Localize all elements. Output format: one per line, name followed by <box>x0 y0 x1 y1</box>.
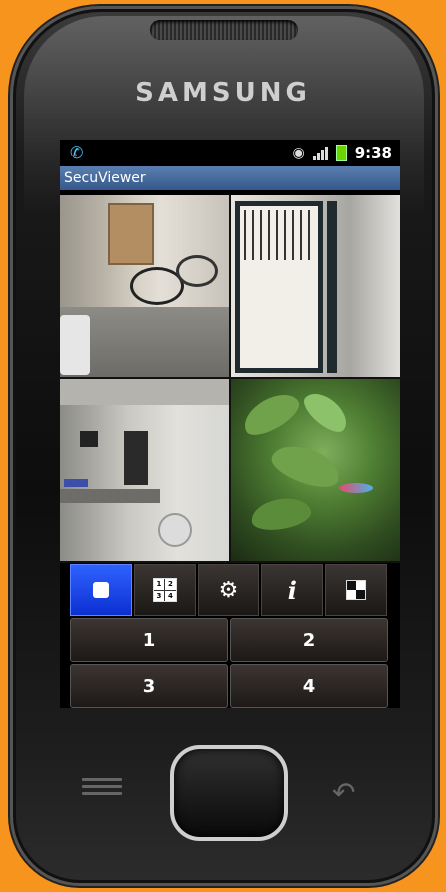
quad-view-button[interactable]: 12 34 <box>133 564 196 616</box>
fish <box>339 483 373 493</box>
app-title: SecuViewer <box>64 170 146 186</box>
phone-call-icon[interactable]: ✆ <box>70 143 83 162</box>
home-button[interactable] <box>170 745 288 841</box>
camera-view-2[interactable] <box>231 195 400 377</box>
menu-icon[interactable] <box>82 778 122 800</box>
info-icon: i <box>287 575 297 605</box>
app-title-bar: SecuViewer <box>60 166 400 190</box>
quad-grid-icon: 12 34 <box>152 578 177 602</box>
battery-icon <box>335 145 347 161</box>
single-view-icon <box>92 582 109 598</box>
channel-button-4[interactable]: 4 <box>230 664 388 708</box>
wifi-icon: ◉ <box>292 145 305 161</box>
channel-buttons: 1 2 3 4 <box>70 618 388 708</box>
channel-button-1[interactable]: 1 <box>70 618 228 662</box>
earpiece-speaker <box>150 20 298 40</box>
camera-view-3[interactable] <box>60 379 229 561</box>
layout-icon <box>346 580 367 600</box>
clock: 9:38 <box>354 144 392 162</box>
screen: ✆ ◉ 9:38 SecuViewer 1 2 3 4 ⚙ i 1 2 3 4 <box>60 140 400 708</box>
brand-logo: SAMSUNG <box>135 78 311 108</box>
gear-icon: ⚙ <box>218 577 239 603</box>
single-view-button[interactable] <box>70 564 132 616</box>
camera-view-4[interactable] <box>231 379 400 561</box>
back-icon[interactable]: ↶ <box>332 776 355 809</box>
layout-button[interactable] <box>325 564 387 616</box>
info-button[interactable]: i <box>261 564 324 616</box>
channel-button-2[interactable]: 2 <box>230 618 388 662</box>
channel-button-3[interactable]: 3 <box>70 664 228 708</box>
settings-button[interactable]: ⚙ <box>197 564 260 616</box>
camera-view-1[interactable] <box>60 195 229 377</box>
camera-grid <box>60 195 400 563</box>
signal-icon <box>312 146 328 160</box>
toolbar: 12 34 ⚙ i <box>70 564 387 616</box>
status-bar: ✆ ◉ 9:38 <box>60 140 400 166</box>
